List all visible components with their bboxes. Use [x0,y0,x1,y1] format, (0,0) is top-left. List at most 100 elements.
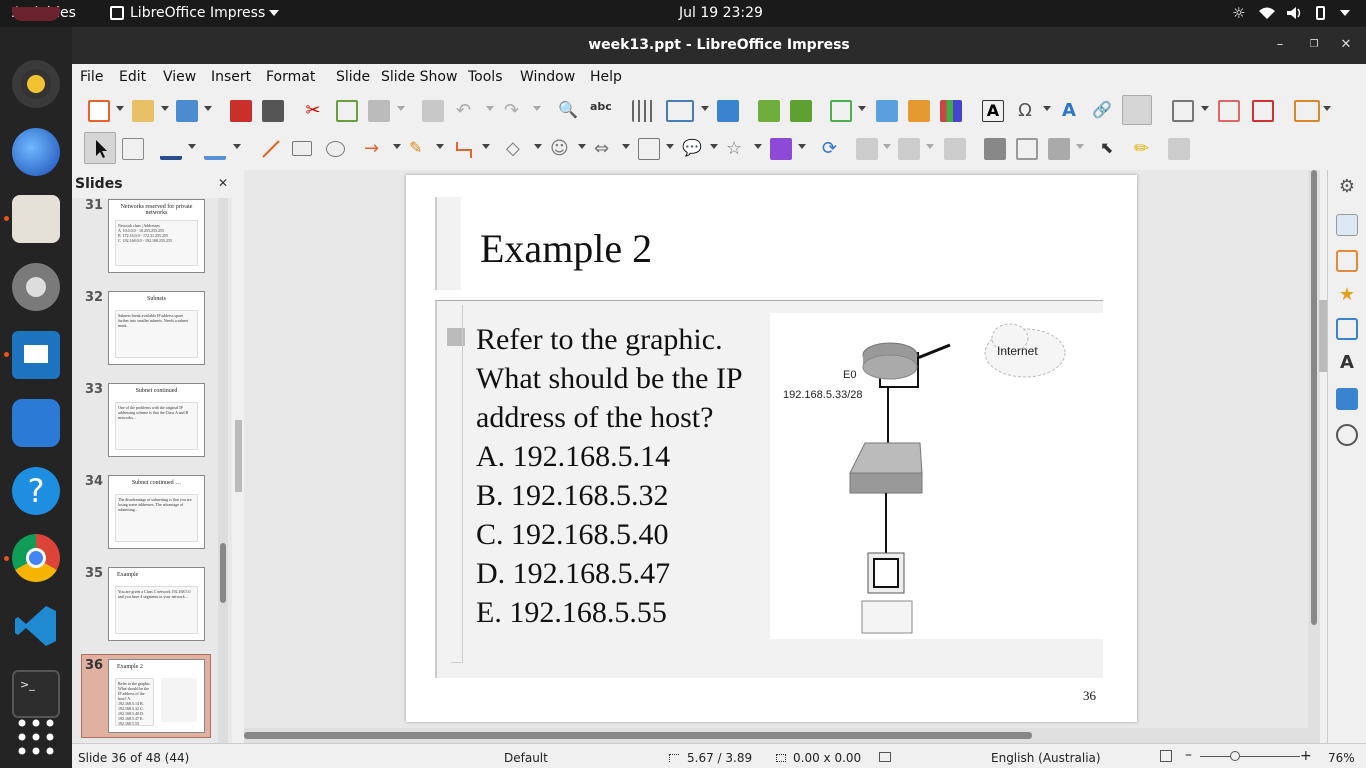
menu-help[interactable]: Help [590,69,622,85]
zoom-slider[interactable] [1200,756,1300,757]
close-slides-pane-icon[interactable]: ✕ [218,176,228,190]
question-text[interactable]: Refer to the graphic. What should be the… [476,320,743,632]
zoom-in-button[interactable]: + [1300,748,1312,764]
sidebar-styles-icon[interactable]: A [1336,352,1358,374]
menu-edit[interactable]: Edit [119,69,146,85]
glue-points-icon[interactable]: ✏ [1134,138,1156,160]
zoom-level[interactable]: 76% [1328,751,1355,765]
table-dropdown-icon[interactable] [858,106,866,111]
document-modified-icon[interactable] [879,752,891,762]
minimize-button[interactable]: – [1270,35,1290,55]
menu-insert[interactable]: Insert [211,69,251,85]
insert-chart-icon[interactable] [940,100,962,122]
slide-editing-area[interactable]: Example 2 Refer to the graphic. What sho… [244,170,1310,743]
duplicate-slide-icon[interactable] [1218,100,1240,122]
distribute-icon[interactable] [944,138,966,160]
display-grid-icon[interactable] [632,100,654,122]
export-pdf-icon[interactable] [230,100,252,122]
slide-layout-status[interactable]: Default [504,751,548,765]
chrome-icon[interactable] [12,534,60,582]
flowchart-dropdown-icon[interactable] [666,144,674,149]
network-diagram-image[interactable]: E0 192.168.5.33/28 Internet [770,313,1103,639]
arrange-icon[interactable] [898,138,920,160]
slide-thumbnail-36[interactable]: Example 2 Refer to the graphic. What sho… [108,659,205,733]
horizontal-scrollbar[interactable] [244,728,1310,743]
menu-window[interactable]: Window [520,69,575,85]
slides-pane-scroll-thumb[interactable] [220,543,226,603]
wifi-icon[interactable] [1258,6,1276,24]
slide-layout-icon[interactable] [1294,100,1320,122]
insert-media-icon[interactable] [908,100,930,122]
show-draw-functions-icon[interactable] [1122,95,1152,125]
menu-format[interactable]: Format [266,69,315,85]
brightness-icon[interactable]: ☼ [1232,4,1245,22]
menu-view[interactable]: View [163,69,196,85]
thunderbird-icon[interactable] [12,128,60,176]
fill-color-dropdown-icon[interactable] [233,144,241,149]
symbol-shapes-dropdown-icon[interactable] [578,144,586,149]
new-presentation-icon[interactable] [88,100,110,122]
arrange-dropdown-icon[interactable] [926,144,934,149]
special-character-icon[interactable]: Ω [1014,100,1036,122]
help-icon[interactable]: ? [12,467,60,515]
dock-app-partial-icon[interactable] [12,7,60,21]
callouts-icon[interactable]: 💬 [682,138,704,160]
slide-layout-dropdown-icon[interactable] [1323,106,1331,111]
paste-dropdown-icon[interactable] [397,106,405,111]
3d-objects-dropdown-icon[interactable] [798,144,806,149]
menu-file[interactable]: File [80,69,103,85]
new-dropdown-icon[interactable] [116,106,124,111]
new-slide-dropdown-icon[interactable] [1201,106,1209,111]
rotate-icon[interactable]: ⟳ [822,138,844,160]
sidebar-navigator-icon[interactable] [1336,424,1358,446]
libreoffice-impress-dock-icon[interactable] [12,331,60,379]
sidebar-gallery-icon[interactable] [1336,388,1358,410]
slide-canvas[interactable]: Example 2 Refer to the graphic. What sho… [406,175,1137,722]
lines-arrows-icon[interactable]: → [364,138,386,160]
software-store-icon[interactable] [12,399,60,447]
flowchart-icon[interactable] [638,138,660,160]
vscode-icon[interactable] [12,602,60,650]
sidebar-settings-icon[interactable]: ⚙ [1336,176,1358,198]
points-icon[interactable]: ⬉ [1100,138,1122,160]
fontwork-icon[interactable]: A [1058,100,1080,122]
system-menu-chevron-icon[interactable] [1340,10,1350,16]
volume-icon[interactable] [1286,6,1302,24]
master-slide-icon[interactable] [717,100,739,122]
curves-icon[interactable]: ✎ [409,138,431,160]
block-arrows-icon[interactable]: ⇔ [594,138,616,160]
line-tool-icon[interactable] [260,138,282,160]
collapse-slides-pane-handle[interactable] [235,420,242,492]
undo-dropdown-icon[interactable] [486,106,494,111]
paste-icon[interactable] [368,100,390,122]
menu-slide[interactable]: Slide [336,69,370,85]
horizontal-scroll-thumb[interactable] [244,732,1032,739]
slide-thumbnail-34[interactable]: Subnet continued … The disadvantage of s… [108,475,205,549]
slide-thumbnail-33[interactable]: Subnet continued One of the problems wit… [108,383,205,457]
curves-dropdown-icon[interactable] [436,144,444,149]
close-window-button[interactable]: ✕ [1336,35,1356,55]
stars-icon[interactable]: ☆ [726,138,748,160]
sidebar-animation-icon[interactable]: ★ [1336,284,1358,306]
clock[interactable]: Jul 19 23:29 [679,5,763,21]
print-icon[interactable] [262,100,284,122]
connectors-icon[interactable] [453,138,475,160]
insert-image-icon[interactable] [876,100,898,122]
digital-signature-icon[interactable] [1160,750,1172,762]
ellipse-tool-icon[interactable] [326,141,345,157]
canvas-vertical-scrollbar[interactable] [1308,170,1320,743]
open-icon[interactable] [132,100,154,122]
terminal-icon[interactable]: >_ [12,670,60,718]
files-icon[interactable] [12,195,60,243]
basic-shapes-dropdown-icon[interactable] [534,144,542,149]
app-menu-label[interactable]: LibreOffice Impress [130,5,265,21]
shadow-icon[interactable] [984,138,1006,160]
slide-thumbnail-35[interactable]: Example You are given a Class C network … [108,567,205,641]
slides-pane-scrollbar[interactable] [218,198,228,743]
filter-dropdown-icon[interactable] [1076,144,1084,149]
slide-title[interactable]: Example 2 [480,225,652,272]
sidebar-master-slides-icon[interactable] [1336,318,1358,340]
line-color-icon[interactable] [160,138,182,160]
language-status[interactable]: English (Australia) [991,751,1101,765]
toggle-extrusion-icon[interactable] [1168,138,1190,160]
